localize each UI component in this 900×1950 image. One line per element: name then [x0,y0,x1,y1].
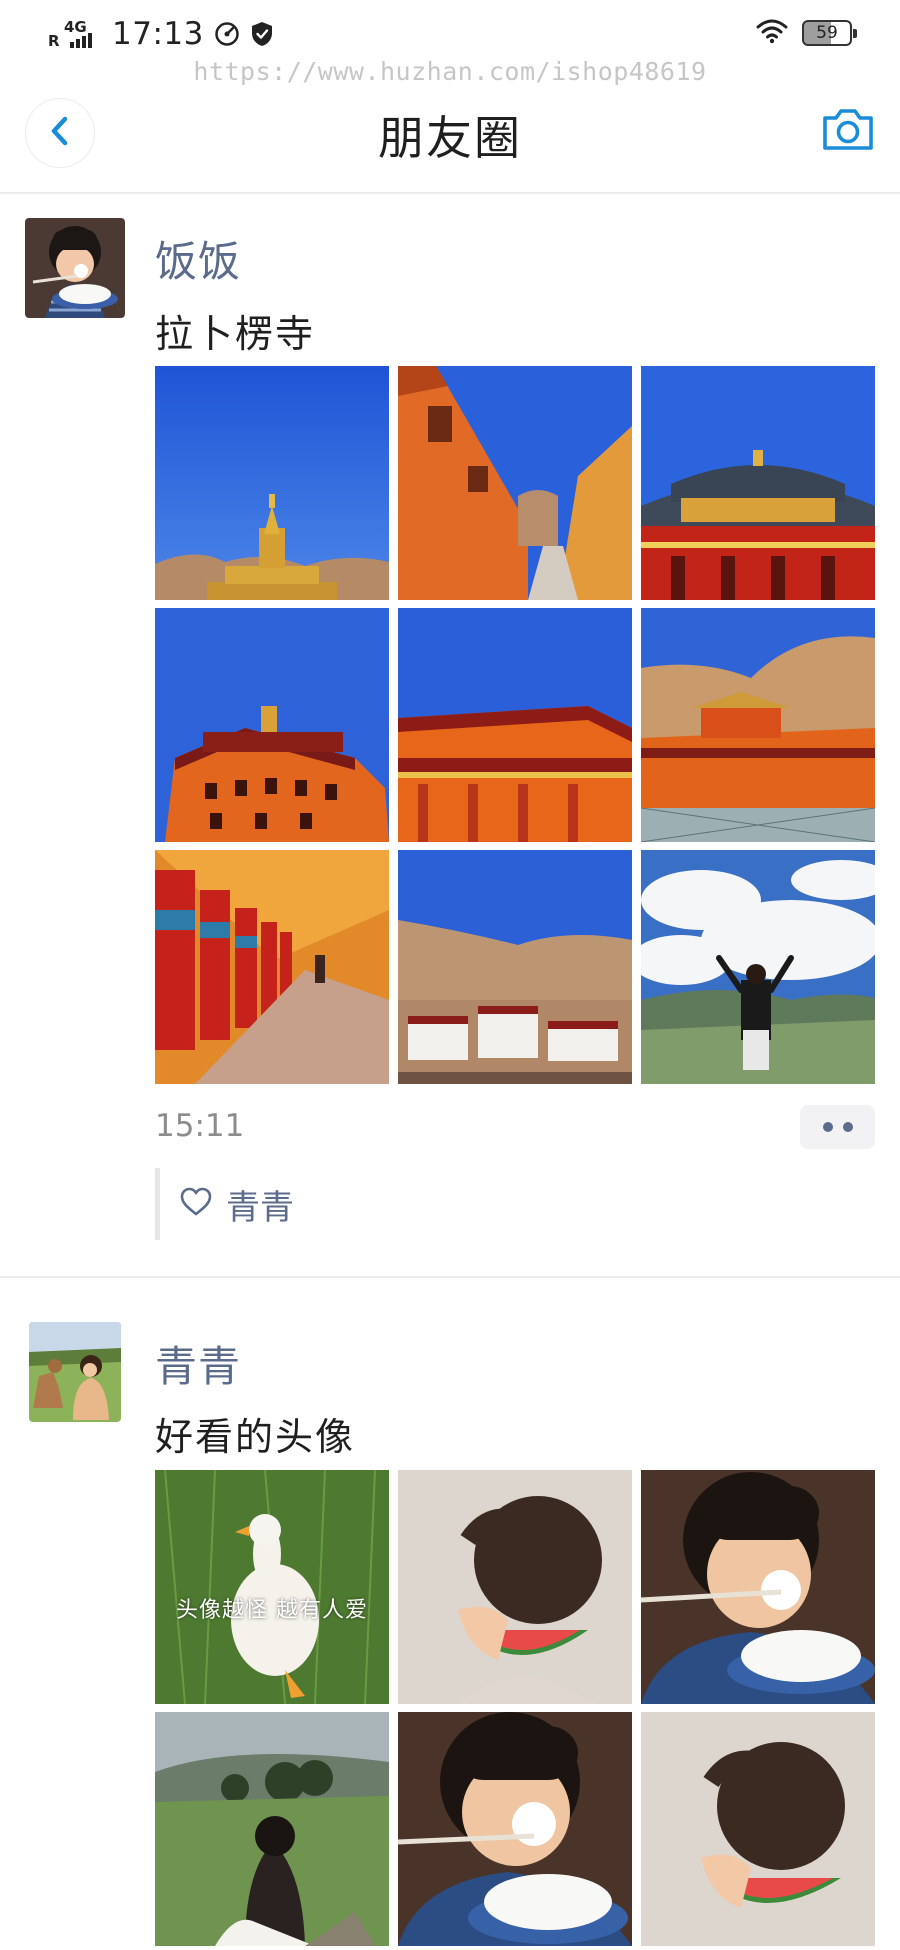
photo-thumbnail[interactable] [155,1712,389,1946]
post-time: 15:11 [155,1108,245,1144]
likes-panel: 青青 [155,1168,875,1240]
shield-icon [250,21,274,47]
like-username[interactable]: 青青 [226,1180,294,1229]
signal-icon: R 4G [48,16,104,52]
post-username[interactable]: 青青 [155,1333,241,1394]
photo-thumbnail[interactable] [641,1712,875,1946]
battery-icon: 59 [802,20,857,46]
post-text: 拉卜楞寺 [155,312,316,356]
photo-thumbnail[interactable] [155,850,389,1084]
wifi-icon [756,18,788,48]
photo-thumbnail[interactable] [155,366,389,600]
dot-icon [842,1122,853,1132]
avatar[interactable] [25,218,125,318]
heart-icon [180,1187,212,1221]
photo-thumbnail[interactable] [641,608,875,842]
photo-thumbnail[interactable] [398,366,632,600]
photo-thumbnail[interactable] [641,850,875,1084]
status-time: 17:13 [112,16,204,52]
roaming-indicator: R [48,32,60,50]
post-username[interactable]: 饭饭 [155,228,241,289]
photo-thumbnail[interactable] [155,608,389,842]
camera-button[interactable] [820,106,876,156]
speed-check-icon [214,21,240,47]
watermark: https://www.huzhan.com/ishop48619 [193,57,707,86]
photo-thumbnail[interactable] [398,1470,632,1704]
photo-thumbnail[interactable] [398,1712,632,1946]
status-bar-right: 59 [756,18,857,48]
camera-icon [821,106,875,156]
nav-bar: 朋友圈 [0,90,900,194]
photo-thumbnail[interactable] [641,366,875,600]
status-bar-left: R 4G 17:13 [48,16,274,52]
photo-thumbnail[interactable] [398,608,632,842]
photo-thumbnail[interactable]: 头像越怪 越有人爱 [155,1470,389,1704]
avatar[interactable] [29,1322,121,1422]
photo-grid [155,366,875,1084]
photo-thumbnail[interactable] [398,850,632,1084]
page-title: 朋友圈 [378,111,522,165]
photo-thumbnail[interactable] [641,1470,875,1704]
more-options-button[interactable] [800,1105,875,1149]
post-divider [0,1276,900,1278]
dot-icon [822,1122,833,1132]
post-text: 好看的头像 [155,1415,356,1459]
photo-caption: 头像越怪 越有人爱 [176,1598,368,1623]
battery-level: 59 [816,23,838,43]
photo-grid: 头像越怪 越有人爱 [155,1470,875,1946]
